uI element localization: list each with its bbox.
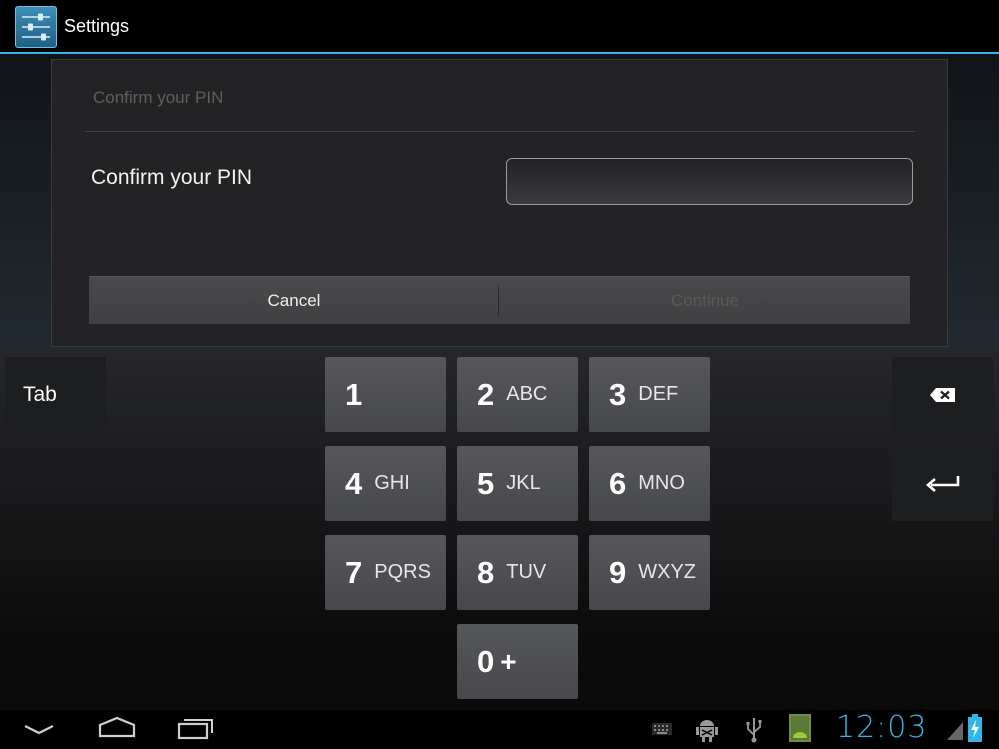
key-letters: DEF (638, 383, 679, 405)
tab-key[interactable]: Tab (5, 357, 106, 432)
key-digit: 2 (477, 376, 495, 412)
key-1[interactable]: 1 (325, 357, 446, 432)
dialog-title: Confirm your PIN (93, 88, 224, 107)
pin-input[interactable] (506, 158, 913, 205)
action-bar: Settings (0, 0, 999, 54)
app-title: Settings (64, 16, 130, 36)
key-letters: ABC (506, 383, 548, 405)
backspace-icon (929, 387, 955, 402)
key-digit: 7 (345, 554, 363, 590)
key-letters: JKL (506, 472, 541, 494)
key-digit: 4 (345, 465, 363, 501)
continue-button[interactable]: Continue (500, 277, 910, 324)
key-5[interactable]: 5 JKL (457, 446, 578, 521)
battery-charging-icon (968, 714, 982, 742)
android-debug-icon (696, 720, 718, 742)
usb-icon (746, 718, 762, 743)
back-icon[interactable] (22, 722, 56, 736)
keyboard-icon (652, 723, 672, 735)
key-0[interactable]: 0 + (457, 624, 578, 699)
dialog-button-bar: Cancel Continue (89, 276, 910, 324)
key-digit: 5 (477, 465, 495, 501)
key-3[interactable]: 3 DEF (589, 357, 710, 432)
key-9[interactable]: 9 WXYZ (589, 535, 710, 610)
key-digit: 1 (345, 376, 363, 412)
signal-icon (947, 722, 963, 740)
pin-field-label: Confirm your PIN (91, 166, 253, 189)
key-2[interactable]: 2 ABC (457, 357, 578, 432)
key-8[interactable]: 8 TUV (457, 535, 578, 610)
screenshot-icon (789, 714, 811, 742)
enter-icon (925, 475, 959, 492)
recent-apps-icon[interactable] (177, 716, 215, 740)
system-bar: 12:03 (0, 710, 999, 749)
key-7[interactable]: 7 PQRS (325, 535, 446, 610)
cancel-button[interactable]: Cancel (89, 277, 499, 324)
key-letters: WXYZ (638, 561, 697, 583)
dialog-divider (85, 131, 915, 132)
settings-icon[interactable] (15, 6, 57, 48)
backspace-key[interactable] (892, 357, 993, 432)
key-letters: GHI (374, 472, 410, 494)
key-digit: 9 (609, 554, 627, 590)
status-clock: 12:03 (836, 710, 928, 745)
key-digit: 3 (609, 376, 627, 412)
key-6[interactable]: 6 MNO (589, 446, 710, 521)
key-4[interactable]: 4 GHI (325, 446, 446, 521)
home-icon[interactable] (98, 716, 136, 738)
key-digit: 8 (477, 554, 495, 590)
key-letters: MNO (638, 472, 685, 494)
key-letters: TUV (506, 561, 547, 583)
key-letters: PQRS (374, 561, 431, 583)
confirm-pin-dialog: Confirm your PIN Confirm your PIN Cancel… (51, 59, 948, 347)
key-plus: + (500, 645, 517, 677)
key-digit: 6 (609, 465, 627, 501)
enter-key[interactable] (892, 446, 993, 521)
key-digit: 0 (477, 643, 495, 679)
button-separator (498, 286, 499, 316)
numeric-keyboard: Tab 1 2 ABC 3 DEF 4 GHI 5 JKL 6 MNO 7 PQ… (0, 350, 999, 710)
